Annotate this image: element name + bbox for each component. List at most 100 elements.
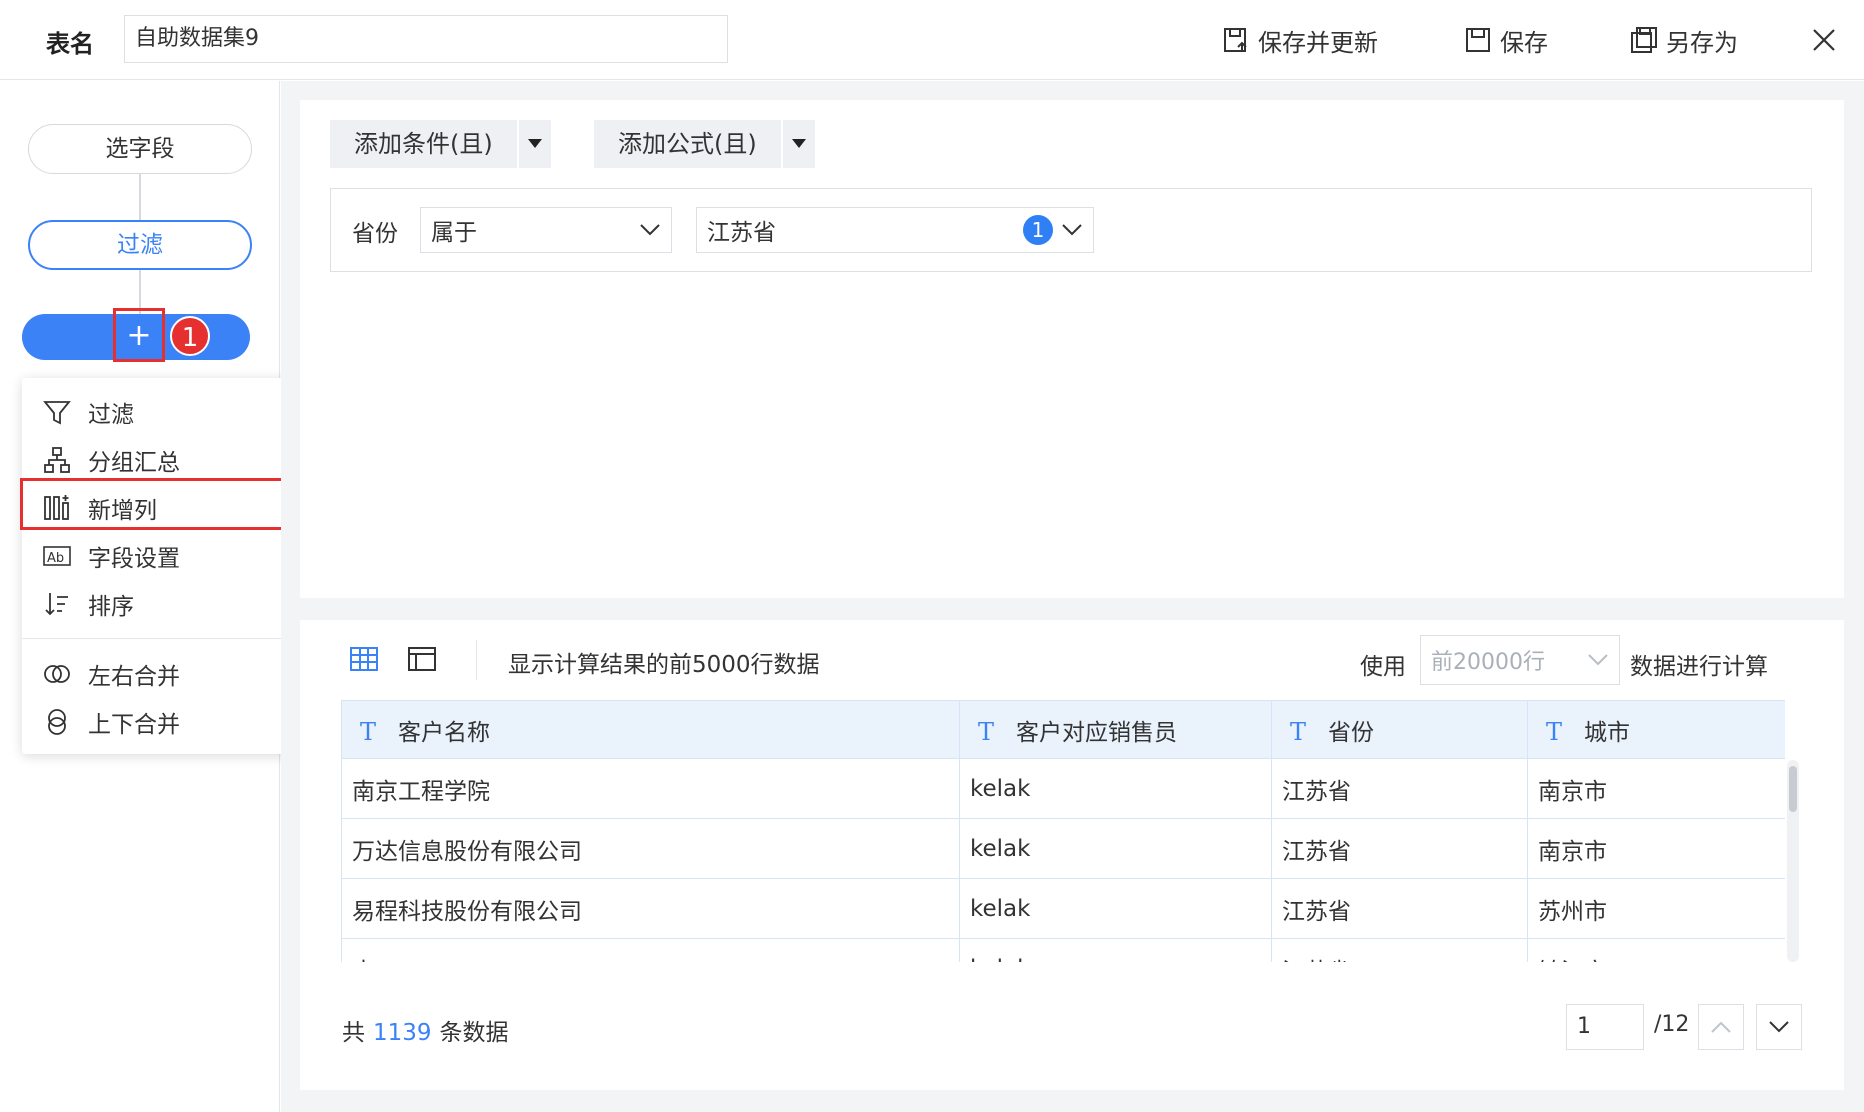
filter-card [300,100,1844,598]
toolbar-divider [476,640,477,680]
chevron-down-icon [1062,224,1082,236]
table-cell: kelak [959,818,1272,879]
step-connector [139,174,141,220]
save-update-icon [1224,28,1247,52]
menu-item-label: 左右合并 [88,664,180,690]
preview-info-text: 显示计算结果的前5000行数据 [508,652,820,678]
operator-value: 属于 [431,220,477,246]
total-count: 1139 [373,1020,432,1046]
table-cell: 南ー [341,938,960,962]
chevron-down-icon [640,224,660,236]
save-update-label: 保存并更新 [1258,28,1378,57]
menu-item-group-summary[interactable]: 分组汇总 [22,436,302,484]
add-condition-dropdown[interactable]: 添加条件(且) [330,120,551,168]
caret-down-icon[interactable] [516,120,551,168]
add-formula-dropdown[interactable]: 添加公式(且) [594,120,815,168]
table-cell: 易程科技股份有限公司 [341,878,960,939]
operator-select[interactable]: 属于 [420,207,672,253]
save-as-icon [1631,27,1657,53]
caret-down-icon[interactable] [780,120,815,168]
add-formula-label: 添加公式(且) [618,130,757,158]
table-cell: 江苏省 [1271,938,1528,962]
step-select-fields[interactable]: 选字段 [28,124,252,174]
text-type-icon: T [978,717,995,746]
save-as-label: 另存为 [1666,28,1738,57]
table-cell: kelak [959,878,1272,939]
menu-item-field-settings[interactable]: Ab 字段设置 [22,532,302,580]
table-cell: 万达信息股份有限公司 [341,818,960,879]
table-cell: 江苏省 [1271,878,1528,939]
table-cell: 镇江市 [1527,938,1785,962]
step-filter[interactable]: 过滤 [28,220,252,270]
text-type-icon: T [360,717,377,746]
value-select[interactable]: 江苏省 1 [696,207,1094,253]
merge-lr-icon [44,665,70,683]
chevron-up-icon [1711,1021,1731,1033]
save-button[interactable]: 保存 [1464,20,1548,60]
field-settings-icon: Ab [43,546,71,566]
row-limit-select[interactable]: 前20000行 [1420,635,1620,685]
table-name-input[interactable]: 自助数据集9 [124,15,728,63]
use-label: 使用 [1360,654,1406,680]
chevron-down-icon [1588,654,1608,666]
table-cell: 南京市 [1527,818,1785,879]
highlight-add-column [20,478,308,530]
table-name-label: 表名 [46,30,94,58]
text-type-icon: T [1290,717,1307,746]
menu-item-label: 排序 [88,594,134,620]
page-number-input[interactable]: 1 [1566,1004,1644,1050]
menu-divider [22,638,300,639]
menu-item-merge-up-down[interactable]: 上下合并 [22,698,302,746]
save-update-button[interactable]: 保存并更新 [1222,20,1378,60]
menu-item-merge-left-right[interactable]: 左右合并 [22,650,302,698]
grid-view-icon[interactable] [348,643,380,675]
add-condition-label: 添加条件(且) [354,130,493,158]
selected-count-badge: 1 [1023,215,1053,245]
close-icon[interactable] [1808,24,1840,56]
table-row: 南京工程学院 kelak 江苏省 南京市 [341,758,1785,819]
column-header[interactable]: T 客户对应销售员 [959,700,1272,759]
table-row: 南ー kelak 江苏省 镇江市 [341,938,1785,962]
table-cell: 南京工程学院 [341,758,960,819]
table-cell: 江苏省 [1271,818,1528,879]
condition-field-label: 省份 [352,221,398,247]
column-header[interactable]: T 省份 [1271,700,1528,759]
menu-item-label: 分组汇总 [88,450,180,476]
table-cell: 南京市 [1527,758,1785,819]
chevron-down-icon [1769,1021,1789,1033]
text-type-icon: T [1546,717,1563,746]
column-header[interactable]: T 城市 [1527,700,1785,759]
annotation-badge-1: 1 [170,316,210,356]
menu-item-label: 上下合并 [88,712,180,738]
table-cell: kelak [959,758,1272,819]
merge-ud-icon [48,709,66,735]
table-scrollbar-thumb[interactable] [1789,766,1797,812]
calc-label: 数据进行计算 [1630,654,1768,680]
next-page-button[interactable] [1756,1004,1802,1050]
group-tree-icon [44,447,70,473]
menu-item-label: 过滤 [88,402,134,428]
table-cell: 苏州市 [1527,878,1785,939]
menu-item-label: 字段设置 [88,546,180,572]
table-row: 易程科技股份有限公司 kelak 江苏省 苏州市 [341,878,1785,939]
table-cell: kelak [959,938,1272,962]
table-cell: 江苏省 [1271,758,1528,819]
save-as-button[interactable]: 另存为 [1630,20,1738,60]
table-row: 万达信息股份有限公司 kelak 江苏省 南京市 [341,818,1785,879]
menu-item-filter[interactable]: 过滤 [22,388,302,436]
sort-icon [45,593,68,616]
prev-page-button[interactable] [1698,1004,1744,1050]
funnel-icon [43,401,71,425]
value-text: 江苏省 [707,220,776,246]
total-count-text: 共 1139 条数据 [342,1020,509,1046]
save-label: 保存 [1500,28,1548,57]
add-step-button[interactable]: + [113,308,165,362]
row-limit-value: 前20000行 [1431,650,1545,675]
table-header-row: T 客户名称 T 客户对应销售员 T 省份 T 城市 [341,700,1785,759]
save-icon [1466,28,1490,52]
column-header[interactable]: T 客户名称 [341,700,960,759]
svg-text:Ab: Ab [47,551,64,566]
menu-item-sort[interactable]: 排序 [22,580,302,628]
layout-view-icon[interactable] [406,643,438,675]
page-total: /12 [1654,1012,1690,1037]
